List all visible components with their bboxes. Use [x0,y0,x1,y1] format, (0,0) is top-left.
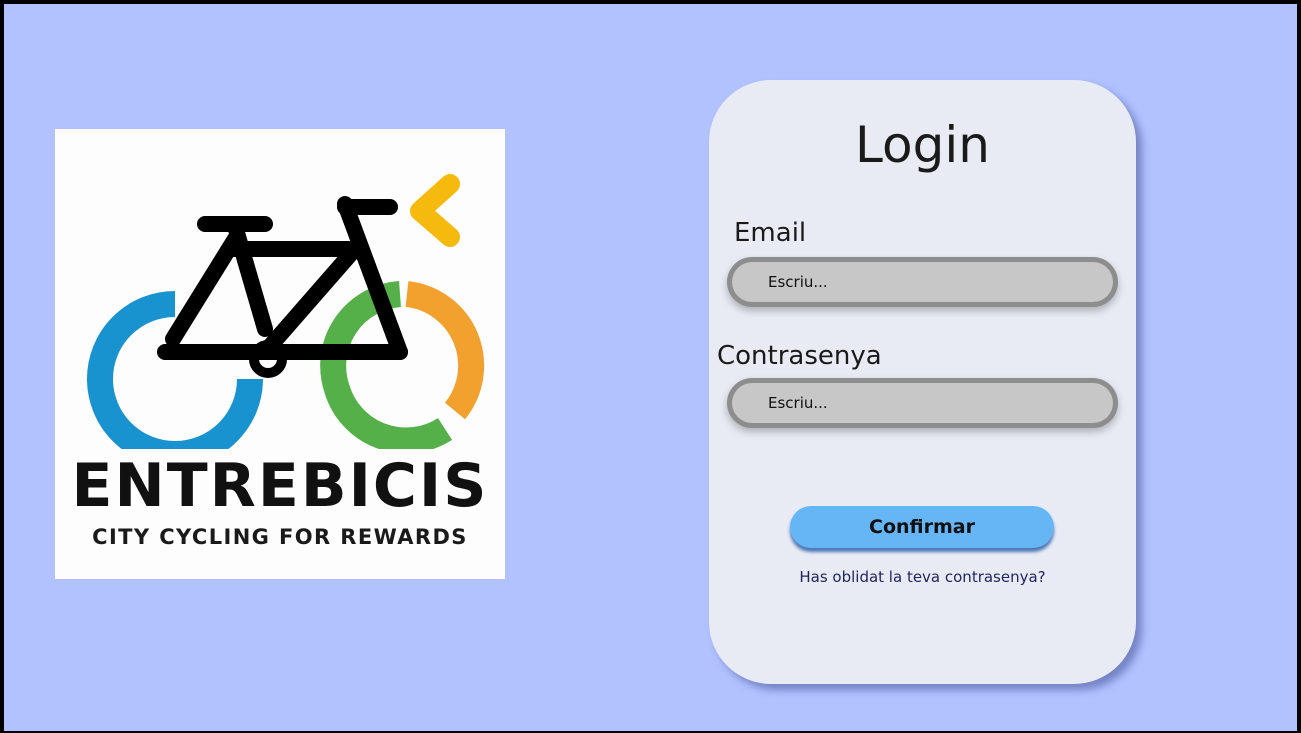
entrebicis-logo: ENTREBICIS CITY CYCLING FOR REWARDS [55,129,505,579]
confirm-button[interactable]: Confirmar [790,506,1054,548]
password-input[interactable] [732,383,1113,423]
login-title: Login [855,116,990,174]
login-screen: ENTREBICIS CITY CYCLING FOR REWARDS Logi… [0,0,1301,733]
login-card: Login Email Contrasenya Confirmar Has ob… [709,80,1136,684]
email-label: Email [734,218,807,248]
logo-tagline: CITY CYCLING FOR REWARDS [92,525,468,549]
logo-title: ENTREBICIS [71,451,489,521]
email-input[interactable] [732,262,1113,302]
password-label: Contrasenya [717,341,882,371]
bicycle-icon [87,174,485,449]
forgot-password-link[interactable]: Has oblidat la teva contrasenya? [709,568,1136,586]
